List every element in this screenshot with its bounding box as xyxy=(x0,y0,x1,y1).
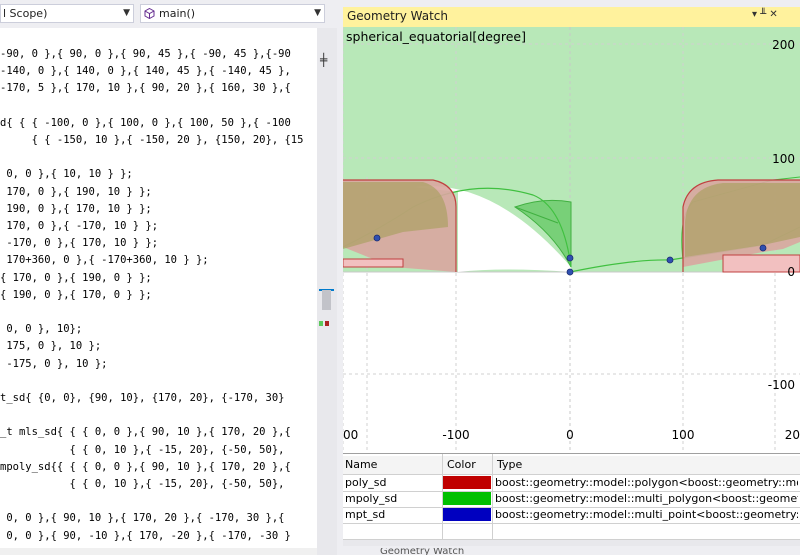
function-dropdown-value: main() xyxy=(159,7,196,20)
y-tick-label: 200 xyxy=(772,38,795,52)
code-line[interactable]: 0, 0 },{ 90, -10 },{ 170, -20 },{ -170, … xyxy=(0,528,290,545)
geometry-type: boost::geometry::model::multi_point<boos… xyxy=(495,508,798,521)
x-tick-label: 0 xyxy=(566,428,574,442)
geometry-name: mpt_sd xyxy=(345,508,386,521)
color-swatch xyxy=(443,508,491,521)
scrollbar-change-marker xyxy=(319,321,323,326)
y-tick-label: -100 xyxy=(768,378,795,392)
code-line[interactable]: -90, 0 },{ 90, 0 },{ 90, 45 },{ -90, 45 … xyxy=(0,46,291,63)
legend-row[interactable]: mpoly_sd boost::geometry::model::multi_p… xyxy=(343,491,800,508)
code-line[interactable]: { { 0, 10 },{ -15, 20}, {-50, 50}, xyxy=(0,476,285,493)
code-line[interactable]: { { -150, 10 },{ -150, 20 }, {150, 20}, … xyxy=(0,132,304,149)
method-cube-icon xyxy=(144,8,155,19)
geometry-type: boost::geometry::model::polygon<boost::g… xyxy=(495,476,798,489)
color-swatch xyxy=(443,492,491,505)
code-line[interactable]: { 170, 0 },{ 190, 0 } }; xyxy=(0,270,152,287)
code-line[interactable]: 0, 0 }, 10}; xyxy=(0,321,82,338)
legend-empty-row[interactable] xyxy=(343,523,800,540)
bottom-tab-geometry-watch[interactable]: Geometry Watch xyxy=(380,548,464,555)
geometry-name: poly_sd xyxy=(345,476,387,489)
geometry-plot[interactable]: 200 100 0 -100 00 -100 0 100 20 xyxy=(343,27,800,453)
code-line[interactable]: 170, 0 },{ -170, 10 } }; xyxy=(0,218,158,235)
scrollbar-thumb[interactable] xyxy=(322,290,331,310)
editor-gutter xyxy=(0,28,337,40)
code-line[interactable]: -140, 0 },{ 140, 0 },{ 140, 45 },{ -140,… xyxy=(0,63,291,80)
name-column-header[interactable]: Name xyxy=(345,456,377,474)
geometry-watch-title: Geometry Watch xyxy=(347,9,449,23)
scope-dropdown-value: l Scope) xyxy=(3,7,48,20)
code-line[interactable]: 0, 0 },{ 90, 10 },{ 170, 20 },{ -170, 30… xyxy=(0,510,284,527)
legend-header-row: Name Color Type xyxy=(343,456,800,475)
color-column-header[interactable]: Color xyxy=(447,456,476,474)
legend-row[interactable]: mpt_sd boost::geometry::model::multi_poi… xyxy=(343,507,800,524)
y-tick-label: 100 xyxy=(772,152,795,166)
chevron-down-icon: ▼ xyxy=(314,8,321,18)
function-dropdown[interactable]: main() ▼ xyxy=(140,4,325,23)
window-controls[interactable]: ▾ ╨ ✕ xyxy=(752,9,778,20)
code-line[interactable]: { { 0, 10 },{ -15, 20}, {-50, 50}, xyxy=(0,442,285,459)
coordinate-system-label: spherical_equatorial[degree] xyxy=(346,29,526,44)
code-line[interactable]: 170+360, 0 },{ -170+360, 10 } }; xyxy=(0,252,208,269)
split-window-icon[interactable]: ╪ xyxy=(320,53,327,67)
geometry-type: boost::geometry::model::multi_polygon<bo… xyxy=(495,492,798,505)
editor-horizontal-scrollbar[interactable] xyxy=(0,548,317,555)
y-tick-label: 0 xyxy=(787,265,795,279)
code-line[interactable]: 190, 0 },{ 170, 10 } }; xyxy=(0,201,151,218)
scope-dropdown[interactable]: l Scope) ▼ xyxy=(0,4,134,23)
code-line[interactable]: -175, 0 }, 10 }; xyxy=(0,356,107,373)
code-line[interactable]: 0, 0 },{ 10, 10 } }; xyxy=(0,166,132,183)
code-line[interactable]: -170, 0 },{ 170, 10 } }; xyxy=(0,235,158,252)
chevron-down-icon: ▼ xyxy=(123,8,130,18)
code-line[interactable]: d{ { { -100, 0 },{ 100, 0 },{ 100, 50 },… xyxy=(0,115,291,132)
scrollbar-breakpoint-marker xyxy=(325,321,329,326)
poly-sd-left-bottom xyxy=(343,258,404,268)
color-swatch xyxy=(443,476,491,489)
geometry-name: mpoly_sd xyxy=(345,492,398,505)
code-line[interactable]: _t mls_sd{ { { 0, 0 },{ 90, 10 },{ 170, … xyxy=(0,424,291,441)
type-column-header[interactable]: Type xyxy=(497,456,522,474)
column-divider[interactable] xyxy=(492,454,493,539)
x-tick-label: 100 xyxy=(672,428,695,442)
panel-gap xyxy=(343,0,800,7)
code-line[interactable]: { 190, 0 },{ 170, 0 } }; xyxy=(0,287,152,304)
code-line[interactable]: mpoly_sd{{ { { 0, 0 },{ 90, 10 },{ 170, … xyxy=(0,459,291,476)
x-tick-label: 20 xyxy=(785,428,800,442)
code-line[interactable]: t_sd{ {0, 0}, {90, 10}, {170, 20}, {-170… xyxy=(0,390,284,407)
code-line[interactable]: -170, 5 },{ 170, 10 },{ 90, 20 },{ 160, … xyxy=(0,80,291,97)
column-divider[interactable] xyxy=(442,454,443,539)
x-tick-label: -100 xyxy=(442,428,469,442)
code-editor[interactable]: l Scope) ▼ main() ▼ -90, 0 },{ 90, 0 },{… xyxy=(0,0,337,555)
code-line[interactable]: 170, 0 },{ 190, 10 } }; xyxy=(0,184,151,201)
legend-row[interactable]: poly_sd boost::geometry::model::polygon<… xyxy=(343,475,800,492)
code-line[interactable]: 175, 0 }, 10 }; xyxy=(0,338,101,355)
geometry-legend-table[interactable]: Name Color Type poly_sd boost::geometry:… xyxy=(343,453,800,541)
x-tick-label: 00 xyxy=(343,428,358,442)
